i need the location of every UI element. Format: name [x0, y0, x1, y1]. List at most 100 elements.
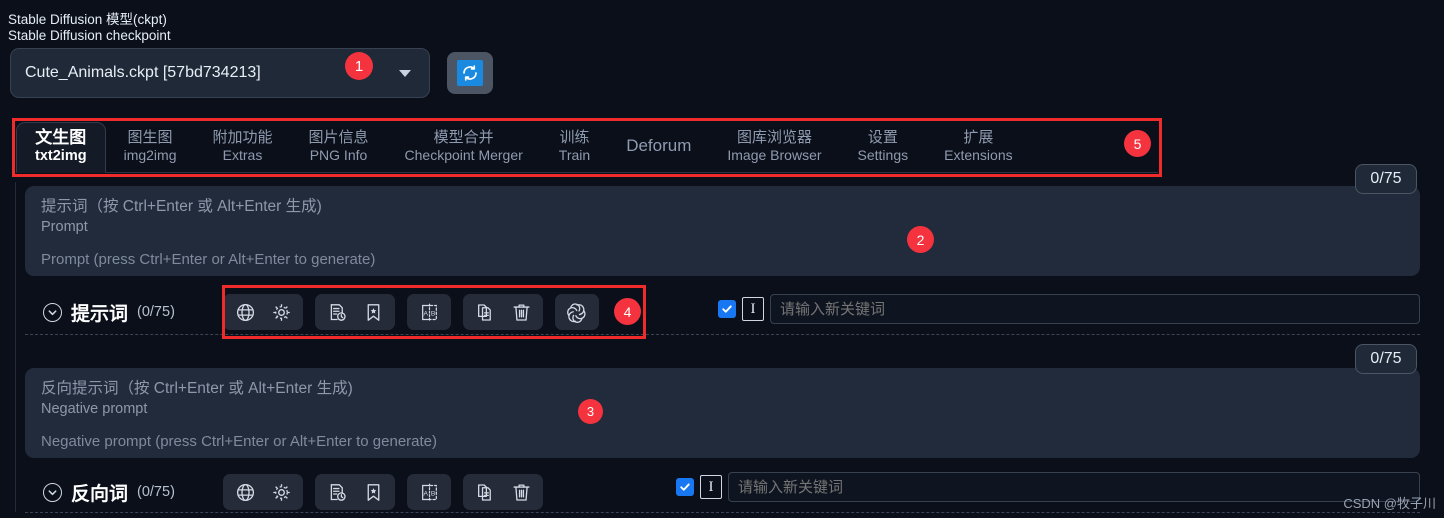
negative-keyword-input-row: I: [676, 472, 1420, 502]
tab-label-cn: 模型合并: [433, 128, 494, 146]
negative-prompt-section-title: 反向词: [71, 483, 129, 505]
tab-label-en: Checkpoint Merger: [404, 146, 523, 163]
history-document-icon[interactable]: [319, 475, 355, 509]
tab-png-info[interactable]: 图片信息 PNG Info: [291, 122, 387, 172]
chevron-down-icon[interactable]: [399, 69, 411, 77]
tool-group-history: [315, 474, 395, 510]
section-divider: [25, 334, 1420, 335]
tab-label-cn: 训练: [559, 128, 590, 146]
tab-label-en: txt2img: [35, 148, 87, 164]
tab-image-browser[interactable]: 图库浏览器 Image Browser: [709, 122, 839, 172]
tool-group-history: [315, 294, 395, 330]
tab-checkpoint-merger[interactable]: 模型合并 Checkpoint Merger: [387, 122, 541, 172]
negative-prompt-title-en: Negative prompt: [41, 400, 148, 417]
panel-left-edge: [15, 182, 16, 512]
prompt-section-title: 提示词: [71, 303, 129, 325]
tool-group-translate: [223, 294, 303, 330]
prompt-title-cn: 提示词（按 Ctrl+Enter 或 Alt+Enter 生成): [41, 198, 322, 215]
globe-icon[interactable]: [227, 295, 263, 329]
tab-img2img[interactable]: 图生图 img2img: [106, 122, 195, 172]
tab-label-cn: 扩展: [963, 128, 994, 146]
gear-icon[interactable]: [263, 475, 299, 509]
tab-settings[interactable]: 设置 Settings: [840, 122, 927, 172]
bookmark-star-icon[interactable]: [355, 295, 391, 329]
trash-icon[interactable]: [503, 475, 539, 509]
tab-label-cn: Deforum: [626, 135, 692, 155]
keyword-enable-checkbox[interactable]: [718, 300, 736, 318]
svg-text:B: B: [430, 490, 435, 497]
negative-keyword-input[interactable]: [728, 472, 1420, 502]
copy-document-icon[interactable]: [467, 475, 503, 509]
watermark: CSDN @牧子川: [1343, 496, 1436, 511]
openai-spiral-icon[interactable]: [559, 295, 595, 329]
negative-prompt-token-counter: 0/75: [1355, 344, 1417, 374]
gear-icon[interactable]: [263, 295, 299, 329]
prompt-section-header[interactable]: 提示词 (0/75): [25, 299, 223, 326]
tool-group-ai: [555, 294, 599, 330]
tab-label-cn: 图库浏览器: [736, 128, 812, 146]
tab-label-en: Settings: [857, 146, 909, 163]
svg-text:A: A: [423, 310, 428, 317]
ab-translate-icon[interactable]: A B: [411, 475, 447, 509]
tool-group-edit: [463, 474, 543, 510]
tab-extensions[interactable]: 扩展 Extensions: [926, 122, 1030, 172]
checkpoint-label-en: Stable Diffusion checkpoint: [8, 27, 171, 43]
tab-label-cn: 图生图: [127, 128, 173, 146]
prompt-section-count: (0/75): [137, 304, 175, 320]
tab-label-en: Image Browser: [727, 146, 822, 163]
annotation-badge-5: 5: [1124, 130, 1151, 157]
svg-text:B: B: [430, 310, 435, 317]
negative-keyword-enable-checkbox[interactable]: [676, 478, 694, 496]
negative-prompt-section-header[interactable]: 反向词 (0/75): [25, 479, 223, 506]
checkpoint-label-cn: Stable Diffusion 模型(ckpt): [8, 12, 167, 27]
tab-txt2img[interactable]: 文生图 txt2img: [16, 122, 106, 173]
keyword-input[interactable]: [770, 294, 1420, 324]
tab-label-cn: 图片信息: [308, 128, 369, 146]
prompt-textarea[interactable]: 提示词（按 Ctrl+Enter 或 Alt+Enter 生成) Prompt …: [25, 186, 1420, 276]
tool-group-translate: [223, 474, 303, 510]
tab-deforum[interactable]: Deforum: [608, 122, 709, 172]
annotation-badge-3: 3: [578, 399, 603, 424]
text-cursor-icon[interactable]: I: [700, 475, 722, 499]
negative-prompt-title-cn: 反向提示词（按 Ctrl+Enter 或 Alt+Enter 生成): [41, 380, 353, 397]
tab-label-en: Train: [558, 146, 591, 163]
tab-label-cn: 设置: [867, 128, 898, 146]
tab-train[interactable]: 训练 Train: [541, 122, 608, 172]
chevron-down-icon[interactable]: [43, 482, 62, 502]
main-tabbar: 文生图 txt2img 图生图 img2img 附加功能 Extras 图片信息…: [16, 122, 1158, 173]
tab-label-cn: 文生图: [35, 127, 87, 147]
tab-extras[interactable]: 附加功能 Extras: [194, 122, 290, 172]
negative-prompt-placeholder: Negative prompt (press Ctrl+Enter or Alt…: [41, 432, 438, 450]
history-document-icon[interactable]: [319, 295, 355, 329]
ab-translate-icon[interactable]: A B: [411, 295, 447, 329]
annotation-badge-2: 2: [907, 226, 934, 253]
tab-label-en: img2img: [123, 146, 177, 163]
bookmark-star-icon[interactable]: [355, 475, 391, 509]
tool-group-edit: [463, 294, 543, 330]
annotation-badge-1: 1: [345, 52, 373, 80]
text-cursor-icon[interactable]: I: [742, 297, 764, 321]
section-divider: [25, 512, 1420, 513]
keyword-input-row: I: [718, 294, 1420, 324]
negative-prompt-section-count: (0/75): [137, 484, 175, 500]
refresh-icon: [457, 60, 483, 86]
prompt-placeholder: Prompt (press Ctrl+Enter or Alt+Enter to…: [41, 250, 376, 268]
webui-screen: Stable Diffusion 模型(ckpt) Stable Diffusi…: [0, 0, 1444, 518]
prompt-token-counter: 0/75: [1355, 164, 1417, 194]
checkpoint-label: Stable Diffusion 模型(ckpt) Stable Diffusi…: [8, 12, 171, 44]
tab-label-cn: 附加功能: [212, 128, 273, 146]
tab-label-en: Extensions: [944, 146, 1013, 163]
annotation-badge-4: 4: [614, 298, 641, 325]
refresh-checkpoints-button[interactable]: [447, 52, 493, 94]
checkpoint-value: Cute_Animals.ckpt [57bd734213]: [25, 64, 261, 81]
svg-text:A: A: [423, 490, 428, 497]
negative-prompt-textarea[interactable]: 反向提示词（按 Ctrl+Enter 或 Alt+Enter 生成) Negat…: [25, 368, 1420, 458]
tool-group-ab: A B: [407, 294, 451, 330]
chevron-down-icon[interactable]: [43, 302, 62, 322]
globe-icon[interactable]: [227, 475, 263, 509]
tab-label-en: PNG Info: [309, 146, 368, 163]
copy-document-icon[interactable]: [467, 295, 503, 329]
trash-icon[interactable]: [503, 295, 539, 329]
prompt-title-en: Prompt: [41, 218, 88, 235]
tool-group-ab: A B: [407, 474, 451, 510]
